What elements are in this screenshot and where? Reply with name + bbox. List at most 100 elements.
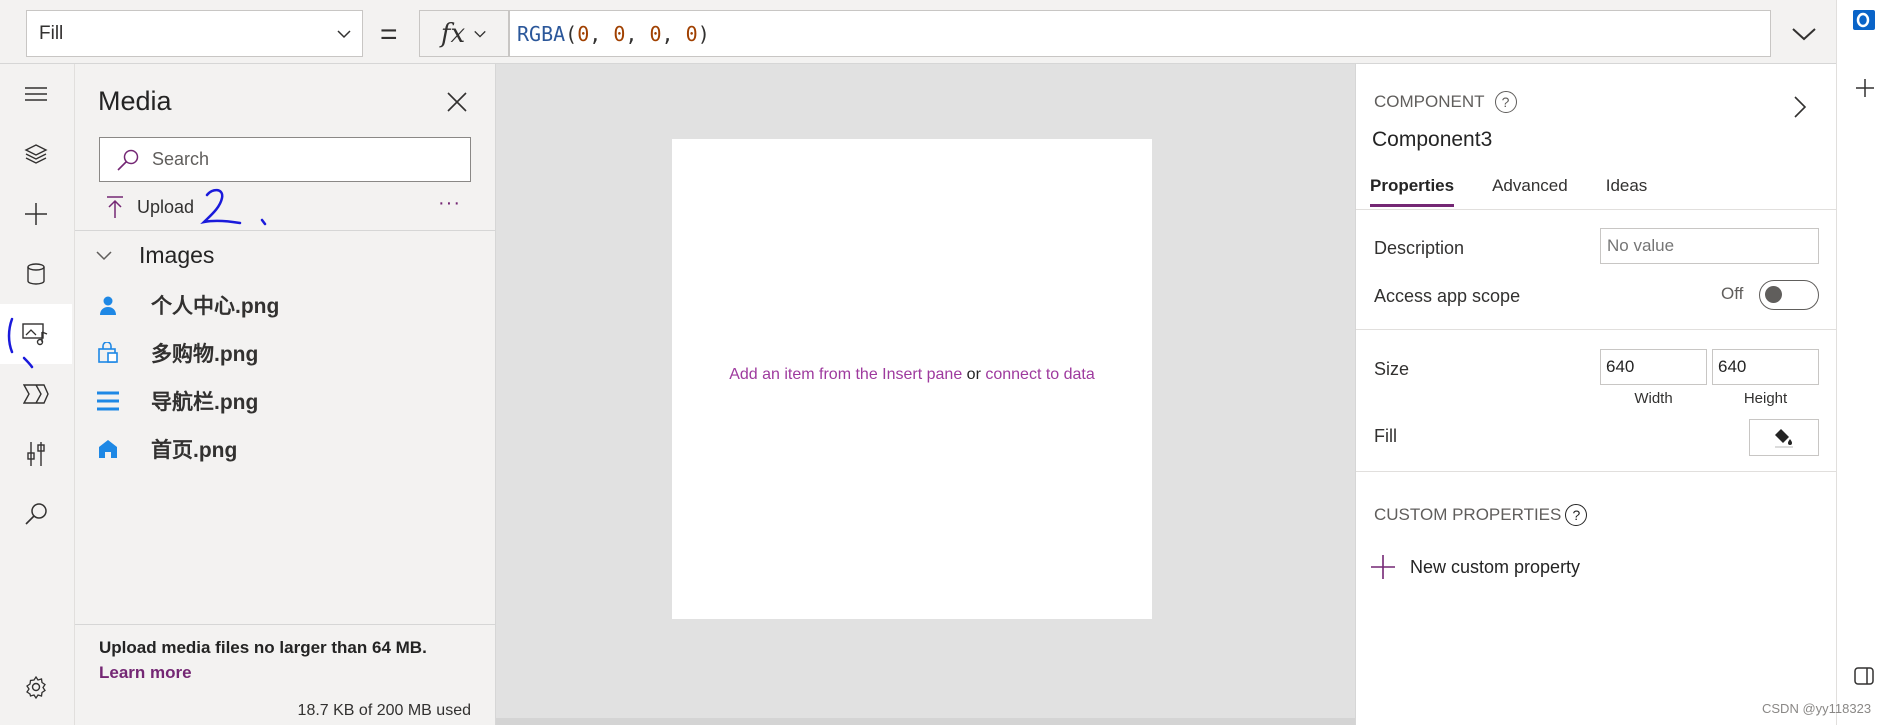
property-dropdown-value: Fill <box>39 22 64 44</box>
insert-button[interactable] <box>0 184 72 244</box>
upload-limit-note: Upload media files no larger than 64 MB. <box>99 638 427 657</box>
chevron-right-icon[interactable] <box>1792 94 1808 120</box>
search-icon <box>117 149 139 171</box>
media-pane-title: Media <box>98 86 172 116</box>
tab-advanced[interactable]: Advanced <box>1492 176 1568 207</box>
hamburger-menu-button[interactable] <box>0 64 72 124</box>
component-canvas[interactable]: Add an item from the Insert pane or conn… <box>672 139 1152 619</box>
media-icon <box>22 323 48 346</box>
home-icon <box>95 439 121 459</box>
property-dropdown[interactable]: Fill <box>26 10 363 57</box>
search-input[interactable] <box>152 149 452 170</box>
media-file-name: 首页.png <box>151 439 238 462</box>
chevron-down-icon <box>337 30 351 39</box>
fx-icon: fx <box>440 18 466 49</box>
properties-pane: COMPONENT ? Component3 Properties Advanc… <box>1355 64 1837 725</box>
height-caption: Height <box>1743 390 1788 407</box>
hint-or: or <box>966 366 981 383</box>
outlook-icon[interactable] <box>1853 8 1875 32</box>
images-group-header[interactable]: Images <box>95 242 214 269</box>
fill-color-picker[interactable] <box>1749 419 1819 456</box>
upload-label: Upload <box>137 196 195 217</box>
width-caption: Width <box>1634 390 1673 407</box>
data-cylinder-icon <box>27 263 45 285</box>
more-options-button[interactable]: ··· <box>438 192 461 215</box>
custom-properties-text: CUSTOM PROPERTIES <box>1374 505 1562 524</box>
height-input[interactable] <box>1712 349 1819 385</box>
media-list-item[interactable]: 个人中心.png <box>95 285 475 325</box>
media-file-name: 多购物.png <box>151 343 259 366</box>
chevron-down-icon <box>96 250 112 260</box>
fill-label: Fill <box>1374 426 1397 446</box>
media-file-name: 导航栏.png <box>151 391 259 414</box>
plus-icon[interactable] <box>1855 78 1875 98</box>
media-list-item[interactable]: 导航栏.png <box>95 381 475 421</box>
add-plus-icon <box>1371 555 1395 579</box>
size-label: Size <box>1374 359 1410 379</box>
insert-pane-link[interactable]: Add an item from the Insert pane <box>729 366 962 383</box>
data-button[interactable] <box>0 244 72 304</box>
person-icon <box>95 295 121 315</box>
help-icon[interactable]: ? <box>1565 504 1588 526</box>
description-label: Description <box>1374 238 1465 258</box>
power-automate-icon <box>23 384 49 404</box>
upload-button[interactable]: Upload <box>99 195 194 219</box>
divider <box>1356 209 1837 210</box>
storage-usage: 18.7 KB of 200 MB used <box>297 702 471 719</box>
access-app-scope-label: Access app scope <box>1374 286 1521 306</box>
formula-arg: 0 <box>685 21 698 46</box>
learn-more-link[interactable]: Learn more <box>99 663 192 683</box>
access-app-scope-toggle[interactable] <box>1759 280 1819 310</box>
media-file-name: 个人中心.png <box>151 295 280 318</box>
settings-icon <box>26 675 46 699</box>
close-icon[interactable] <box>445 90 469 114</box>
canvas-area[interactable]: Add an item from the Insert pane or conn… <box>496 64 1355 725</box>
divider <box>75 230 496 231</box>
media-list-item[interactable]: 多购物.png <box>95 333 475 373</box>
formula-arg: 0 <box>613 21 626 46</box>
new-custom-property-label: New custom property <box>1410 556 1581 577</box>
formula-function: RGBA <box>517 21 566 46</box>
media-pane: Media Upload ··· Images 个人中心.png 多购物.png… <box>75 64 496 725</box>
advanced-tools-icon <box>27 442 45 466</box>
custom-properties-label: CUSTOM PROPERTIES ? <box>1374 504 1588 526</box>
equals-sign: = <box>380 18 398 51</box>
width-input[interactable] <box>1600 349 1707 385</box>
section-label-text: COMPONENT <box>1374 92 1485 111</box>
power-automate-button[interactable] <box>0 364 72 424</box>
expand-formula-button[interactable] <box>1782 14 1826 54</box>
left-rail <box>0 64 75 725</box>
divider <box>1356 471 1837 472</box>
shopping-bag-icon <box>95 342 121 364</box>
media-list-item[interactable]: 首页.png <box>95 429 475 469</box>
formula-bar: Fill = fx RGBA(0, 0, 0, 0) <box>0 0 1836 64</box>
advanced-tools-button[interactable] <box>0 424 72 484</box>
new-custom-property-button[interactable]: New custom property <box>1370 554 1580 580</box>
help-icon[interactable]: ? <box>1494 91 1517 113</box>
canvas-empty-hint: Add an item from the Insert pane or conn… <box>672 366 1152 384</box>
hamburger-menu-icon <box>25 87 47 101</box>
description-input[interactable] <box>1600 228 1819 264</box>
watermark: CSDN @yy118323 <box>1762 701 1872 716</box>
formula-input[interactable]: RGBA(0, 0, 0, 0) <box>509 10 1771 57</box>
side-panel-icon[interactable] <box>1854 667 1874 685</box>
search-button[interactable] <box>0 484 72 544</box>
media-search-box[interactable] <box>99 137 471 182</box>
tab-properties[interactable]: Properties <box>1370 176 1455 207</box>
formula-arg: 0 <box>649 21 662 46</box>
component-name: Component3 <box>1372 128 1493 151</box>
paint-bucket-icon <box>1775 428 1793 448</box>
images-group-label: Images <box>139 242 215 268</box>
fx-button[interactable]: fx <box>419 10 509 57</box>
side-strip <box>1836 0 1888 725</box>
canvas-scrollbar[interactable] <box>496 718 1355 725</box>
hamburger-icon <box>95 390 121 412</box>
settings-button[interactable] <box>0 657 72 717</box>
chevron-down-icon <box>474 30 486 38</box>
media-button[interactable] <box>0 304 72 364</box>
tab-ideas[interactable]: Ideas <box>1606 176 1648 207</box>
search-icon <box>25 503 47 525</box>
connect-data-link[interactable]: connect to data <box>985 366 1094 383</box>
tree-view-button[interactable] <box>0 124 72 184</box>
divider <box>1356 329 1837 330</box>
